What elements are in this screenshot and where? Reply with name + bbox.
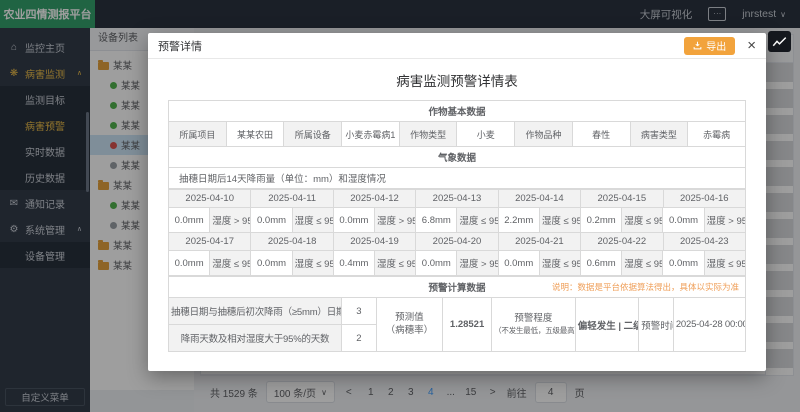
rainfall-cell: 0.0mm xyxy=(663,251,704,276)
weather-section-title: 气象数据 xyxy=(169,147,746,168)
humidity-cell: 湿度 > 95% xyxy=(457,251,498,276)
prediction-label: 预测值 （病穗率） xyxy=(376,298,442,352)
basic-value-cell: 小麦 xyxy=(457,122,515,147)
date-cell: 2025-04-16 xyxy=(663,190,745,208)
detail-table: 作物基本数据 所属项目某某农田所属设备小麦赤霉病1作物类型小麦作物品种春性病害类… xyxy=(168,100,746,352)
calc-section-title: 预警计算数据 xyxy=(428,283,485,294)
modal-header: 预警详情 导出 × xyxy=(148,33,766,59)
date-cell: 2025-04-10 xyxy=(169,190,251,208)
basic-label-cell: 作物类型 xyxy=(399,122,457,147)
date-cell: 2025-04-21 xyxy=(498,233,580,251)
humidity-cell: 湿度 ≤ 95% xyxy=(210,251,251,276)
calc-row-label: 降雨天数及相对湿度大于95%的天数 xyxy=(169,325,342,352)
calc-row-value: 2 xyxy=(342,325,377,352)
rainfall-cell: 0.0mm xyxy=(251,251,292,276)
rainfall-cell: 0.4mm xyxy=(333,251,374,276)
humidity-cell: 湿度 ≤ 95% xyxy=(622,208,663,233)
detail-table-title: 病害监测预警详情表 xyxy=(168,70,746,90)
basic-section-title: 作物基本数据 xyxy=(169,101,746,122)
date-cell: 2025-04-18 xyxy=(251,233,333,251)
date-cell: 2025-04-15 xyxy=(581,190,663,208)
calc-table: 抽穗日期与抽穗后初次降雨（≥5mm）日期间隔的天数 3 预测值 （病穗率） 1.… xyxy=(168,297,746,352)
export-button[interactable]: 导出 xyxy=(684,37,735,55)
humidity-cell: 湿度 ≤ 95% xyxy=(375,251,416,276)
date-cell: 2025-04-11 xyxy=(251,190,333,208)
line-chart-icon xyxy=(772,36,787,48)
warning-level-value: 偏轻发生 | 二级 xyxy=(575,298,638,352)
basic-value-cell: 小麦赤霉病1 xyxy=(342,122,400,147)
warning-level-label: 预警程度 （不发生最低，五级最高） xyxy=(492,298,576,352)
humidity-cell: 湿度 > 95% xyxy=(210,208,251,233)
rainfall-cell: 0.0mm xyxy=(169,208,210,233)
date-cell: 2025-04-17 xyxy=(169,233,251,251)
rainfall-cell: 2.2mm xyxy=(498,208,539,233)
date-cell: 2025-04-22 xyxy=(581,233,663,251)
humidity-cell: 湿度 ≤ 95% xyxy=(622,251,663,276)
humidity-cell: 湿度 > 95% xyxy=(375,208,416,233)
calc-row-label: 抽穗日期与抽穗后初次降雨（≥5mm）日期间隔的天数 xyxy=(169,298,342,325)
date-cell: 2025-04-20 xyxy=(416,233,498,251)
basic-value-cell: 春性 xyxy=(572,122,630,147)
calc-section-header: 预警计算数据 说明：数据是平台依据算法得出，具体以实际为准 xyxy=(169,277,746,298)
weather-values-table: 0.0mm湿度 ≤ 95%0.0mm湿度 ≤ 95%0.4mm湿度 ≤ 95%0… xyxy=(168,250,746,276)
rainfall-cell: 0.0mm xyxy=(498,251,539,276)
basic-label-cell: 病害类型 xyxy=(630,122,688,147)
humidity-cell: 湿度 ≤ 95% xyxy=(292,251,333,276)
basic-label-cell: 所属项目 xyxy=(169,122,227,147)
warning-time-label: 预警时间 xyxy=(639,298,674,352)
rainfall-cell: 0.0mm xyxy=(663,208,704,233)
calc-section-table: 预警计算数据 说明：数据是平台依据算法得出，具体以实际为准 xyxy=(168,276,746,298)
calc-row-value: 3 xyxy=(342,298,377,325)
weather-dates-table: 2025-04-102025-04-112025-04-122025-04-13… xyxy=(168,189,746,208)
close-icon[interactable]: × xyxy=(747,38,756,53)
humidity-cell: 湿度 > 95% xyxy=(704,208,745,233)
date-cell: 2025-04-23 xyxy=(663,233,745,251)
basic-data-table: 所属项目某某农田所属设备小麦赤霉病1作物类型小麦作物品种春性病害类型赤霉病 xyxy=(168,121,746,147)
basic-value-cell: 赤霉病 xyxy=(688,122,746,147)
calc-note: 说明：数据是平台依据算法得出，具体以实际为准 xyxy=(552,281,739,293)
rainfall-cell: 0.0mm xyxy=(333,208,374,233)
basic-label-cell: 作物品种 xyxy=(515,122,573,147)
rainfall-cell: 0.6mm xyxy=(581,251,622,276)
basic-section-table: 作物基本数据 xyxy=(168,100,746,122)
date-cell: 2025-04-19 xyxy=(333,233,415,251)
date-cell: 2025-04-13 xyxy=(416,190,498,208)
weather-dates-table: 2025-04-172025-04-182025-04-192025-04-20… xyxy=(168,232,746,251)
basic-value-cell: 某某农田 xyxy=(226,122,284,147)
basic-label-cell: 所属设备 xyxy=(284,122,342,147)
weather-subtitle-table: 抽穗日期后14天降雨量（单位：mm）和湿度情况 xyxy=(168,167,746,189)
date-cell: 2025-04-14 xyxy=(498,190,580,208)
rainfall-cell: 6.8mm xyxy=(416,208,457,233)
download-icon xyxy=(693,41,702,50)
date-cell: 2025-04-12 xyxy=(333,190,415,208)
modal-title: 预警详情 xyxy=(158,38,202,54)
modal-body: 病害监测预警详情表 作物基本数据 所属项目某某农田所属设备小麦赤霉病1作物类型小… xyxy=(148,59,766,352)
humidity-cell: 湿度 ≤ 95% xyxy=(292,208,333,233)
rainfall-cell: 0.0mm xyxy=(416,251,457,276)
humidity-cell: 湿度 ≤ 95% xyxy=(539,208,580,233)
humidity-cell: 湿度 ≤ 95% xyxy=(457,208,498,233)
warning-time-value: 2025-04-28 00:00:00 xyxy=(673,298,745,352)
weather-section-table: 气象数据 xyxy=(168,146,746,168)
page: 农业四情测报平台 大屏可视化 ··· jnrstest ∨ ⌂监控主页❋病害监测… xyxy=(0,0,800,412)
rainfall-cell: 0.0mm xyxy=(251,208,292,233)
rainfall-cell: 0.2mm xyxy=(581,208,622,233)
prediction-value: 1.28521 xyxy=(443,298,492,352)
rainfall-cell: 0.0mm xyxy=(169,251,210,276)
warning-detail-modal: 预警详情 导出 × 病害监测预警详情表 作物基本数据 xyxy=(148,33,766,371)
humidity-cell: 湿度 ≤ 95% xyxy=(539,251,580,276)
humidity-cell: 湿度 ≤ 95% xyxy=(704,251,745,276)
chart-fab-button[interactable] xyxy=(768,31,791,52)
weather-values-table: 0.0mm湿度 > 95%0.0mm湿度 ≤ 95%0.0mm湿度 > 95%6… xyxy=(168,207,746,233)
weather-subtitle: 抽穗日期后14天降雨量（单位：mm）和湿度情况 xyxy=(169,168,746,189)
